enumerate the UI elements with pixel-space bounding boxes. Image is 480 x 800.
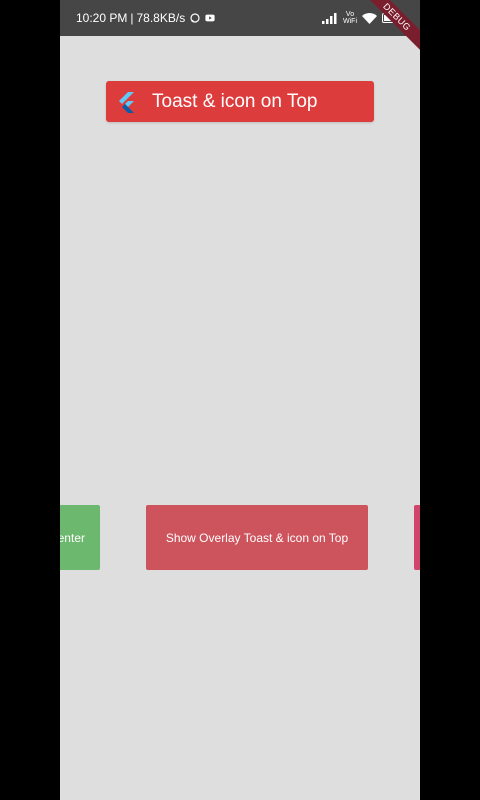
show-overlay-toast-top-button[interactable]: Show Overlay Toast & icon on Top — [146, 505, 368, 570]
center-button-label: Show Overlay Toast & icon on Top — [165, 530, 349, 545]
whatsapp-icon — [190, 13, 200, 23]
vowifi-label: Vo WiFi — [343, 11, 357, 25]
debug-banner: DEBUG — [353, 0, 420, 61]
toast-message: Toast & icon on Top — [152, 90, 318, 112]
wifi-icon — [362, 12, 377, 24]
flutter-logo-icon — [119, 91, 134, 113]
youtube-icon — [205, 14, 215, 22]
signal-icon — [322, 12, 337, 24]
top-toast: Toast & icon on Top — [106, 81, 374, 122]
status-bar: 10:20 PM | 78.8KB/s Vo WiFi DEBUG — [60, 0, 420, 61]
network-speed: 78.8KB/s — [136, 11, 186, 25]
status-left: 10:20 PM | 78.8KB/s — [76, 11, 215, 25]
status-separator: | — [130, 11, 134, 25]
show-toast-center-button[interactable]: Center — [60, 505, 100, 570]
left-button-label: Center — [60, 530, 85, 545]
next-toast-button[interactable] — [414, 505, 420, 570]
status-time: 10:20 PM — [76, 11, 128, 25]
app-screen: 10:20 PM | 78.8KB/s Vo WiFi DEBUG Toast … — [60, 0, 420, 800]
